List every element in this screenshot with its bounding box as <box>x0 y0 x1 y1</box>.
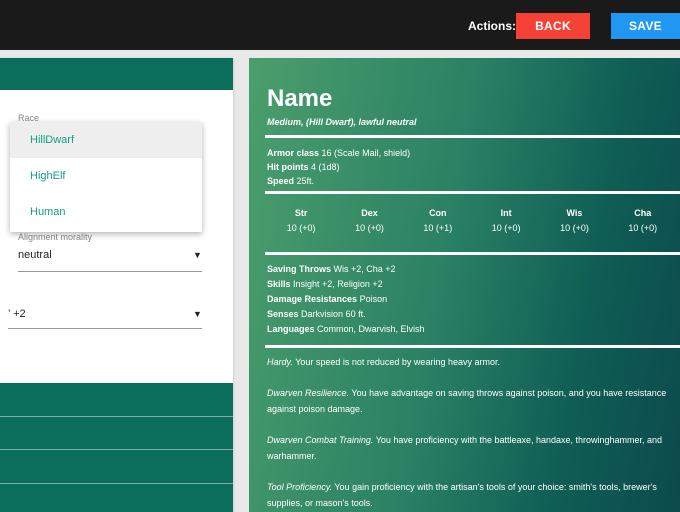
trait-tool-proficiency: Tool Proficiency. You gain proficiency w… <box>267 479 672 511</box>
damage-resistances-value: Poison <box>359 294 388 304</box>
damage-resistances-line: Damage Resistances Poison <box>267 294 387 304</box>
senses-value: Darkvision 60 ft. <box>301 309 366 319</box>
armor-class-value: 16 (Scale Mail, shield) <box>321 148 411 158</box>
speed-line: Speed 25ft. <box>267 176 314 186</box>
hit-points-label: Hit points <box>267 162 309 172</box>
alignment-morality-select[interactable]: neutral <box>18 249 52 261</box>
trait-name: Tool Proficiency. <box>267 482 333 492</box>
trait-dwarven-combat-training: Dwarven Combat Training. You have profic… <box>267 432 672 464</box>
bonus-dropdown-arrow-icon[interactable]: ▼ <box>193 309 202 319</box>
ability-name: Cha <box>634 208 652 218</box>
ability-scores: Str 10 (+0) Dex 10 (+0) Con 10 (+1) Int … <box>267 208 677 233</box>
divider <box>265 252 680 255</box>
ability-con: Con 10 (+1) <box>404 208 472 233</box>
back-button[interactable]: BACK <box>516 13 590 39</box>
save-button[interactable]: SAVE <box>611 13 680 39</box>
ability-name: Int <box>500 208 512 218</box>
ability-value: 10 (+0) <box>286 223 316 233</box>
ability-name: Con <box>429 208 447 218</box>
speed-value: 25ft. <box>296 176 315 186</box>
actions-label: Actions: <box>468 19 516 33</box>
armor-class-label: Armor class <box>267 148 320 158</box>
saving-throws-line: Saving Throws Wis +2, Cha +2 <box>267 264 396 274</box>
form-section-row[interactable] <box>0 417 233 450</box>
race-dropdown-menu: HillDwarf HighElf Human <box>10 122 202 232</box>
alignment-select-underline <box>18 271 202 272</box>
ability-value: 10 (+0) <box>628 223 658 233</box>
skills-value: Insight +2, Religion +2 <box>293 279 383 289</box>
top-bar: Actions: BACK SAVE <box>0 0 680 50</box>
divider <box>265 345 680 348</box>
senses-line: Senses Darkvision 60 ft. <box>267 309 366 319</box>
character-subtitle: Medium, (Hill Dwarf), lawful neutral <box>267 117 417 127</box>
bonus-select-underline <box>8 328 202 329</box>
ability-value: 10 (+0) <box>491 223 521 233</box>
character-name: Name <box>267 85 333 112</box>
trait-name: Dwarven Combat Training. <box>267 435 374 445</box>
skills-line: Skills Insight +2, Religion +2 <box>267 279 383 289</box>
ability-wis: Wis 10 (+0) <box>540 208 608 233</box>
trait-hardy: Hardy. Your speed is not reduced by wear… <box>267 354 672 370</box>
ability-value: 10 (+1) <box>423 223 453 233</box>
languages-line: Languages Common, Dwarvish, Elvish <box>267 324 425 334</box>
ability-dex: Dex 10 (+0) <box>335 208 403 233</box>
form-section-row[interactable] <box>0 450 233 484</box>
form-section-list <box>0 383 233 512</box>
ability-value: 10 (+0) <box>560 223 589 233</box>
stat-block-panel: Name Medium, (Hill Dwarf), lawful neutra… <box>249 58 680 512</box>
trait-dwarven-resilience: Dwarven Resilience. You have advantage o… <box>267 385 672 417</box>
form-section-row[interactable] <box>0 383 233 417</box>
alignment-morality-label: Alignment morality <box>18 232 93 242</box>
saving-throws-label: Saving Throws <box>267 264 332 274</box>
trait-name: Dwarven Resilience. <box>267 388 350 398</box>
ability-name: Dex <box>361 208 378 218</box>
divider <box>265 135 680 138</box>
damage-resistances-label: Damage Resistances <box>267 294 358 304</box>
form-panel-header <box>0 58 233 90</box>
race-option-human[interactable]: Human <box>10 194 202 230</box>
race-option-hilldwarf[interactable]: HillDwarf <box>10 122 202 158</box>
trait-text: Your speed is not reduced by wearing hea… <box>295 357 500 367</box>
speed-label: Speed <box>267 176 295 186</box>
divider <box>265 191 680 194</box>
armor-class-line: Armor class 16 (Scale Mail, shield) <box>267 148 410 158</box>
languages-value: Common, Dwarvish, Elvish <box>317 324 425 334</box>
ability-int: Int 10 (+0) <box>472 208 540 233</box>
languages-label: Languages <box>267 324 315 334</box>
saving-throws-value: Wis +2, Cha +2 <box>333 264 396 274</box>
ability-value: 10 (+0) <box>355 223 384 233</box>
ability-cha: Cha 10 (+0) <box>609 208 677 233</box>
ability-str: Str 10 (+0) <box>267 208 335 233</box>
hit-points-value: 4 (1d8) <box>311 162 340 172</box>
alignment-dropdown-arrow-icon[interactable]: ▼ <box>193 250 202 260</box>
character-form-panel: Race HillDwarf HighElf Human Alignment m… <box>0 58 233 512</box>
trait-name: Hardy. <box>267 357 293 367</box>
skills-label: Skills <box>267 279 291 289</box>
hit-points-line: Hit points 4 (1d8) <box>267 162 340 172</box>
senses-label: Senses <box>267 309 299 319</box>
bonus-select[interactable]: ’ +2 <box>8 308 26 320</box>
ability-name: Str <box>294 208 308 218</box>
race-option-highelf[interactable]: HighElf <box>10 158 202 194</box>
ability-name: Wis <box>566 208 583 218</box>
